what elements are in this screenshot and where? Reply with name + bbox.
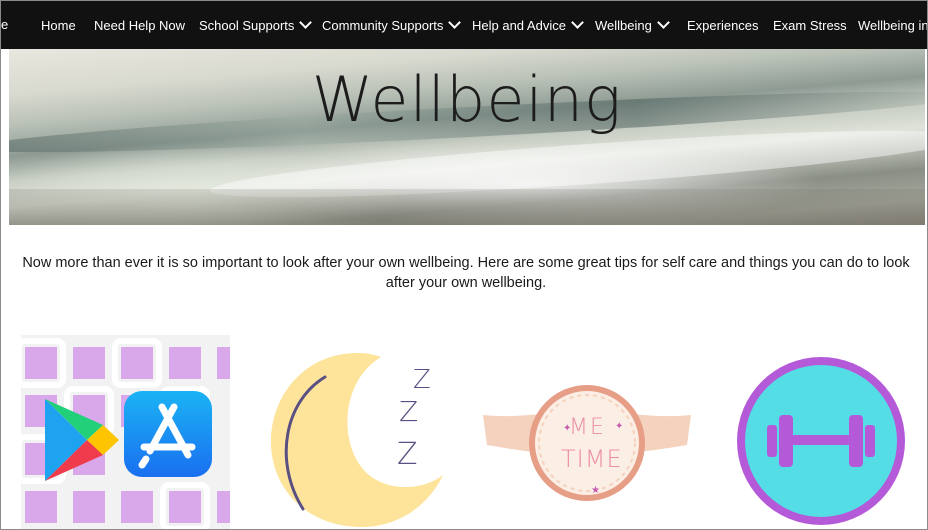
main-navigation: e Home Need Help Now School Supports Com… [1, 1, 928, 49]
app-store-icon [124, 391, 212, 477]
nav-item-label: Home [41, 18, 76, 33]
nav-item-label: School Supports [199, 18, 295, 33]
chevron-down-icon [656, 16, 670, 29]
nav-item-label: Experiences [687, 18, 759, 33]
nav-item-exam-stress[interactable]: Exam Stress [773, 18, 847, 34]
me-time-line2: TIME [561, 445, 623, 473]
nav-item-home[interactable]: Home [41, 18, 76, 34]
me-time-line1: ME [569, 415, 606, 440]
nav-item-label: Exam Stress [773, 18, 847, 33]
nav-item-wellbeing[interactable]: Wellbeing [595, 16, 670, 34]
chevron-down-icon [299, 16, 313, 29]
me-time-tile[interactable]: ✦ ✦ ★ ME TIME [481, 381, 693, 529]
fitness-tile[interactable] [731, 353, 911, 529]
google-play-icon [45, 399, 119, 481]
nav-item-community-supports[interactable]: Community Supports [322, 16, 462, 34]
chevron-down-icon [571, 16, 584, 29]
sleep-tile[interactable]: Z Z Z [263, 341, 453, 529]
nav-item-label: Community Supports [322, 18, 444, 33]
hero-banner: Wellbeing [9, 49, 925, 225]
sleep-z-small: Z [413, 365, 431, 395]
nav-item-school-supports[interactable]: School Supports [199, 16, 313, 34]
nav-item-experiences[interactable]: Experiences [687, 18, 759, 34]
svg-text:★: ★ [591, 485, 600, 496]
nav-item-truncated[interactable]: e [1, 17, 8, 32]
sleep-z-medium: Z [399, 395, 419, 428]
apps-tile[interactable] [21, 335, 230, 529]
nav-item-label: Wellbeing in [858, 18, 928, 33]
svg-text:✦: ✦ [615, 421, 623, 432]
nav-item-label: Need Help Now [94, 18, 186, 33]
nav-item-wellbeing-in[interactable]: Wellbeing in [858, 18, 928, 34]
nav-item-help-and-advice[interactable]: Help and Advice [472, 16, 584, 34]
nav-item-need-help-now[interactable]: Need Help Now [94, 18, 185, 34]
dumbbell-icon [737, 357, 905, 525]
hero-sand [9, 189, 925, 225]
nav-item-label: Wellbeing [595, 18, 652, 33]
browser-viewport: e Home Need Help Now School Supports Com… [0, 0, 928, 530]
intro-paragraph: Now more than ever it is so important to… [22, 255, 910, 291]
page-title: Wellbeing [311, 63, 623, 136]
chevron-down-icon [448, 16, 462, 29]
sleep-z-large: Z [397, 437, 418, 472]
nav-item-label: Help and Advice [472, 18, 566, 33]
